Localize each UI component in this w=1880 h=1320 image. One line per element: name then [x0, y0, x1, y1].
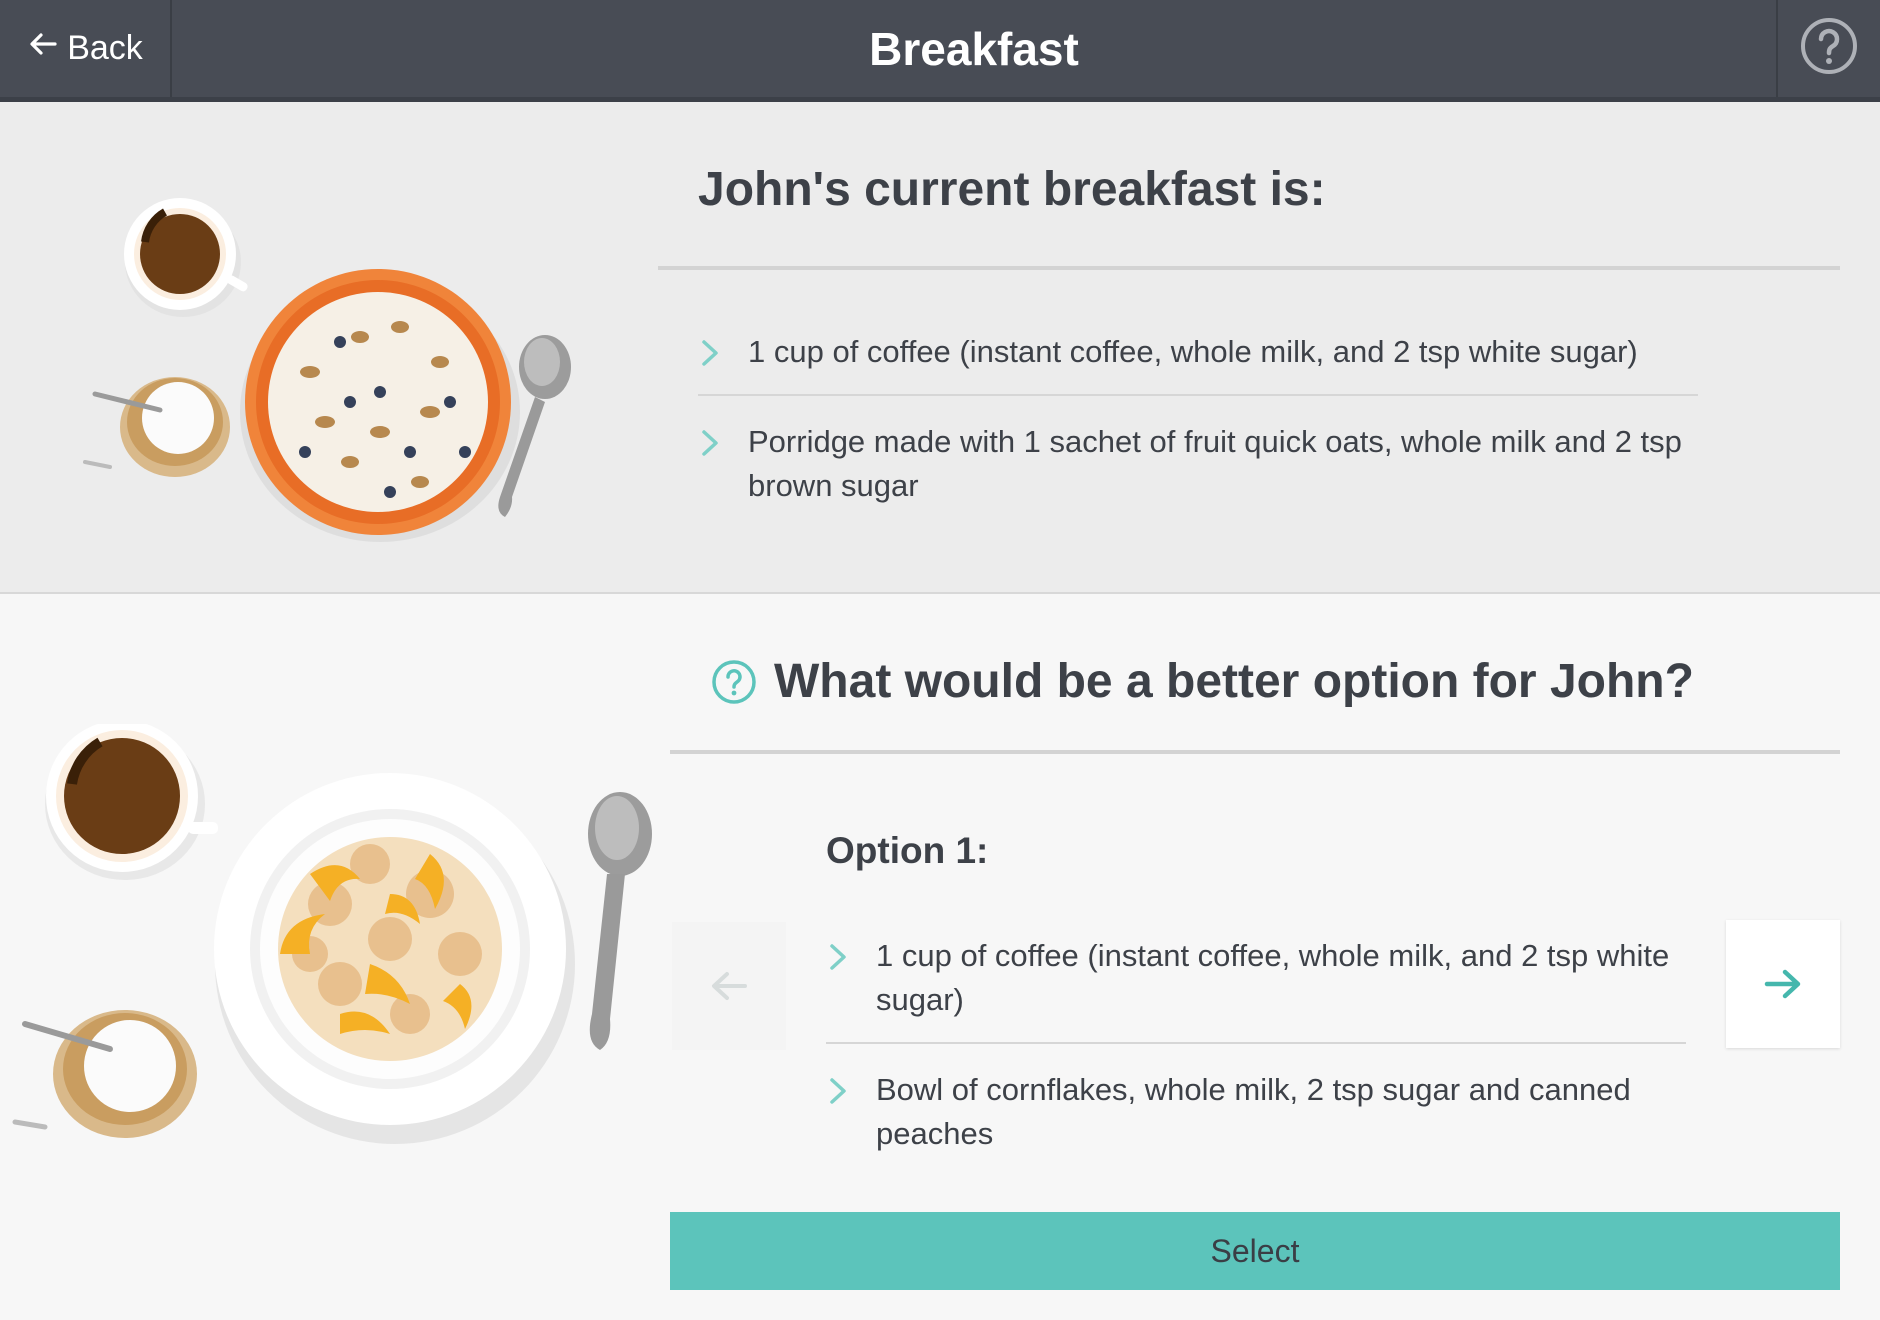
- top-bar: Back Breakfast: [0, 0, 1880, 102]
- list-divider: [698, 394, 1698, 396]
- option-title: Option 1:: [826, 830, 989, 871]
- arrow-right-icon: [1764, 969, 1801, 999]
- arrow-left-icon: [712, 972, 747, 1000]
- question-circle-icon: [712, 659, 756, 704]
- list-item-text: Porridge made with 1 sachet of fruit qui…: [748, 424, 1682, 503]
- back-button[interactable]: Back: [0, 0, 172, 97]
- chevron-right-icon: [702, 430, 718, 456]
- back-label: Back: [67, 29, 143, 67]
- chevron-right-icon: [830, 1078, 846, 1104]
- cornflakes-illustration: [10, 720, 660, 1144]
- arrow-left-icon: [27, 28, 59, 69]
- heading-divider: [658, 266, 1840, 270]
- better-option-section: What would be a better option for John? …: [0, 594, 1880, 1320]
- list-item: Bowl of cornflakes, whole milk, 2 tsp su…: [826, 1068, 1686, 1156]
- page-title: Breakfast: [869, 22, 1079, 75]
- better-option-heading: What would be a better option for John?: [710, 654, 1694, 709]
- list-item: Porridge made with 1 sachet of fruit qui…: [698, 420, 1698, 508]
- current-breakfast-list: 1 cup of coffee (instant coffee, whole m…: [698, 330, 1698, 508]
- option-list: 1 cup of coffee (instant coffee, whole m…: [826, 934, 1686, 1156]
- heading-divider: [670, 750, 1840, 754]
- porridge-illustration: [80, 162, 600, 542]
- current-breakfast-heading: John's current breakfast is:: [698, 163, 1326, 216]
- select-button[interactable]: Select: [670, 1212, 1840, 1290]
- list-item: 1 cup of coffee (instant coffee, whole m…: [826, 934, 1686, 1022]
- next-option-button[interactable]: [1726, 920, 1840, 1048]
- list-divider: [826, 1042, 1686, 1044]
- list-item-text: 1 cup of coffee (instant coffee, whole m…: [876, 938, 1670, 1017]
- question-circle-icon: [1799, 16, 1859, 81]
- better-option-heading-text: What would be a better option for John?: [774, 655, 1694, 708]
- chevron-right-icon: [702, 340, 718, 366]
- list-item-text: Bowl of cornflakes, whole milk, 2 tsp su…: [876, 1072, 1631, 1151]
- chevron-right-icon: [830, 944, 846, 970]
- current-breakfast-section: John's current breakfast is: 1 cup of co…: [0, 102, 1880, 594]
- previous-option-button[interactable]: [672, 922, 786, 1050]
- list-item: 1 cup of coffee (instant coffee, whole m…: [698, 330, 1698, 374]
- help-button[interactable]: [1776, 0, 1880, 97]
- list-item-text: 1 cup of coffee (instant coffee, whole m…: [748, 334, 1638, 369]
